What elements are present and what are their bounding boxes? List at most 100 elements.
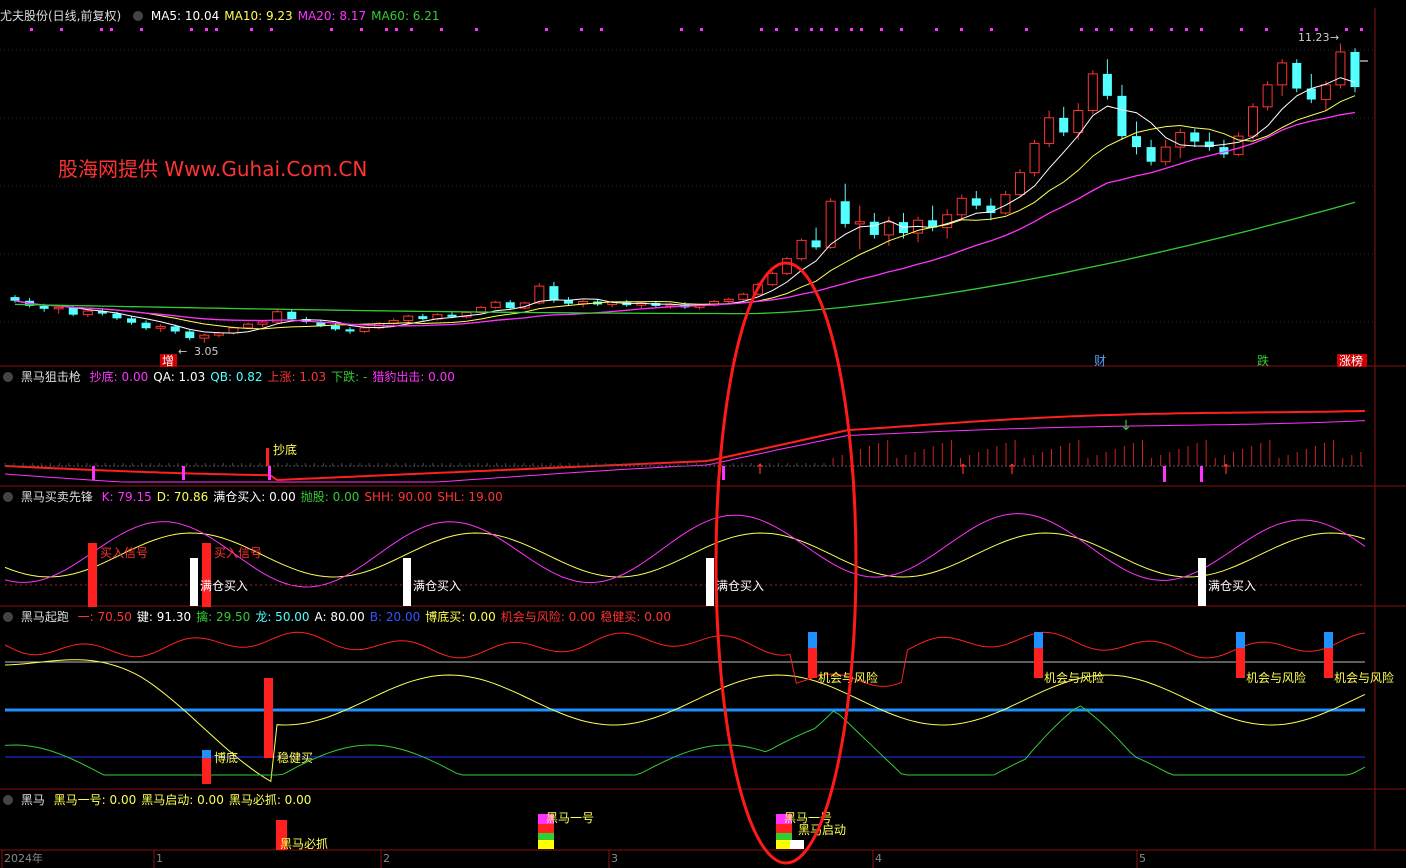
candle-body (228, 327, 239, 334)
signal-dot (810, 28, 813, 31)
time-axis-label: 3 (611, 852, 618, 865)
full-buy-bar (706, 558, 714, 606)
magenta-bar (92, 466, 95, 480)
legend-value: 博底买: 0.00 (425, 610, 496, 624)
full-buy-label: 满仓买入 (716, 579, 764, 593)
up-arrow-icon: ↑ (754, 462, 766, 478)
signal-dot (850, 28, 853, 31)
buy-signal-label: 买入信号 (214, 546, 262, 560)
candle-body (723, 298, 734, 303)
signal-dot (140, 28, 143, 31)
risk-bar (1236, 648, 1245, 678)
candle-body (883, 221, 894, 236)
up-arrow-icon: ↑ (1006, 462, 1018, 478)
signal-dot (190, 28, 193, 31)
signal-dot (775, 28, 778, 31)
panel5-title[interactable]: 黑马 (21, 793, 45, 807)
risk-label: 机会与风险 (818, 670, 878, 685)
signal-dot (395, 28, 398, 31)
signal-dot (1170, 28, 1173, 31)
signal-dot (545, 28, 548, 31)
candle-body (243, 323, 254, 329)
signal-dot (1110, 28, 1113, 31)
chaodi-label: 抄底 (273, 442, 297, 457)
qa-line (4, 409, 1366, 482)
candle-body (956, 197, 967, 216)
settings-circle-icon[interactable] (133, 11, 144, 21)
legend-value: 黑马必抓: 0.00 (228, 793, 312, 807)
panel1-title[interactable]: 尤夫股份(日线,前复权) (0, 9, 121, 23)
settings-circle-icon[interactable] (3, 372, 13, 382)
horse-one-block (776, 824, 792, 833)
candle-body (1190, 132, 1200, 142)
signal-dot (1130, 28, 1133, 31)
chaodi-marker (266, 448, 269, 466)
legend-value: 键: 91.30 (136, 610, 192, 624)
full-buy-label: 满仓买入 (413, 579, 461, 593)
signal-dot (680, 28, 683, 31)
candle-body (1014, 172, 1026, 196)
risk-marker (1236, 632, 1245, 648)
time-axis-label: 4 (875, 852, 882, 865)
panel4-title[interactable]: 黑马起跑 (21, 610, 69, 624)
catch-label: 黑马必抓 (280, 837, 328, 851)
legend-value: 黑马一号: 0.00 (53, 793, 137, 807)
legend-value: 机会与风险: 0.00 (500, 610, 596, 624)
legend-value: SHL: 19.00 (437, 490, 503, 504)
panel2-legend: 黑马狙击枪 抄底: 0.00 QA: 1.03 QB: 0.82 上涨: 1.03 下跌… (0, 369, 465, 386)
settings-circle-icon[interactable] (3, 612, 13, 622)
candle-body (549, 286, 559, 301)
candle-body (345, 329, 355, 332)
signal-dot (1025, 28, 1028, 31)
panel5-values: 黑马一号: 0.00 黑马启动: 0.00 黑马必抓: 0.00 (54, 793, 317, 807)
candle-body (854, 221, 865, 225)
ma10-line (14, 95, 1356, 330)
panel1-ma-values: MA5: 10.04 MA10: 9.23 MA20: 8.17 MA60: 6.21 (151, 9, 445, 23)
candle-body (155, 325, 166, 329)
signal-dot (215, 28, 218, 31)
signal-dot (475, 28, 478, 31)
time-axis-label: 2024年 (4, 851, 43, 865)
buy-signal-bar (202, 543, 211, 607)
signal-dot (935, 28, 938, 31)
annotation-oval (714, 261, 858, 865)
full-buy-bar (403, 558, 411, 606)
legend-value: 龙: 50.00 (255, 610, 310, 624)
ma5-line (14, 77, 1356, 334)
candle-body (257, 321, 268, 325)
stock-chart-canvas[interactable]: 11.23 → ← 3.05 股海网提供 Www.Guhai.Com.CN 增 财 跌 涨榜抄底… (0, 0, 1406, 868)
horse-start-block (790, 840, 804, 849)
panel2-title[interactable]: 黑马狙击枪 (21, 370, 81, 384)
signal-dot (1200, 28, 1203, 31)
legend-value: MA60: 6.21 (371, 9, 440, 23)
panel3-title[interactable]: 黑马买卖先锋 (21, 490, 93, 504)
signal-dot (250, 28, 253, 31)
panel1-legend: 尤夫股份(日线,前复权) MA5: 10.04 MA10: 9.23 MA20: 8… (0, 8, 450, 25)
settings-circle-icon[interactable] (3, 795, 13, 805)
candle-body (1160, 146, 1171, 163)
candle-body (490, 301, 501, 308)
signal-dot (330, 28, 333, 31)
candle-body (781, 258, 792, 274)
time-axis-label: 1 (156, 852, 163, 865)
bodi-marker (202, 750, 211, 758)
legend-value: MA20: 8.17 (297, 9, 367, 23)
legend-value: 稳健买: 0.00 (600, 610, 671, 624)
candle-body (170, 326, 180, 332)
watermark-text: 股海网提供 Www.Guhai.Com.CN (58, 157, 367, 181)
candle-body (418, 316, 428, 320)
candle-body (10, 297, 20, 301)
candle-body (1059, 117, 1069, 133)
risk-label: 机会与风险 (1044, 670, 1104, 685)
qb-line (4, 420, 1366, 483)
settings-circle-icon[interactable] (3, 492, 13, 502)
signal-dot (1265, 28, 1268, 31)
candle-body (1073, 110, 1084, 133)
signal-dot (385, 28, 388, 31)
horse-one-block (776, 833, 792, 840)
magenta-bar (1200, 466, 1203, 482)
legend-value: 抛股: 0.00 (300, 490, 360, 504)
signal-dot (1095, 28, 1098, 31)
candle-body (534, 285, 545, 304)
low-arrow-icon: ← (178, 345, 187, 358)
